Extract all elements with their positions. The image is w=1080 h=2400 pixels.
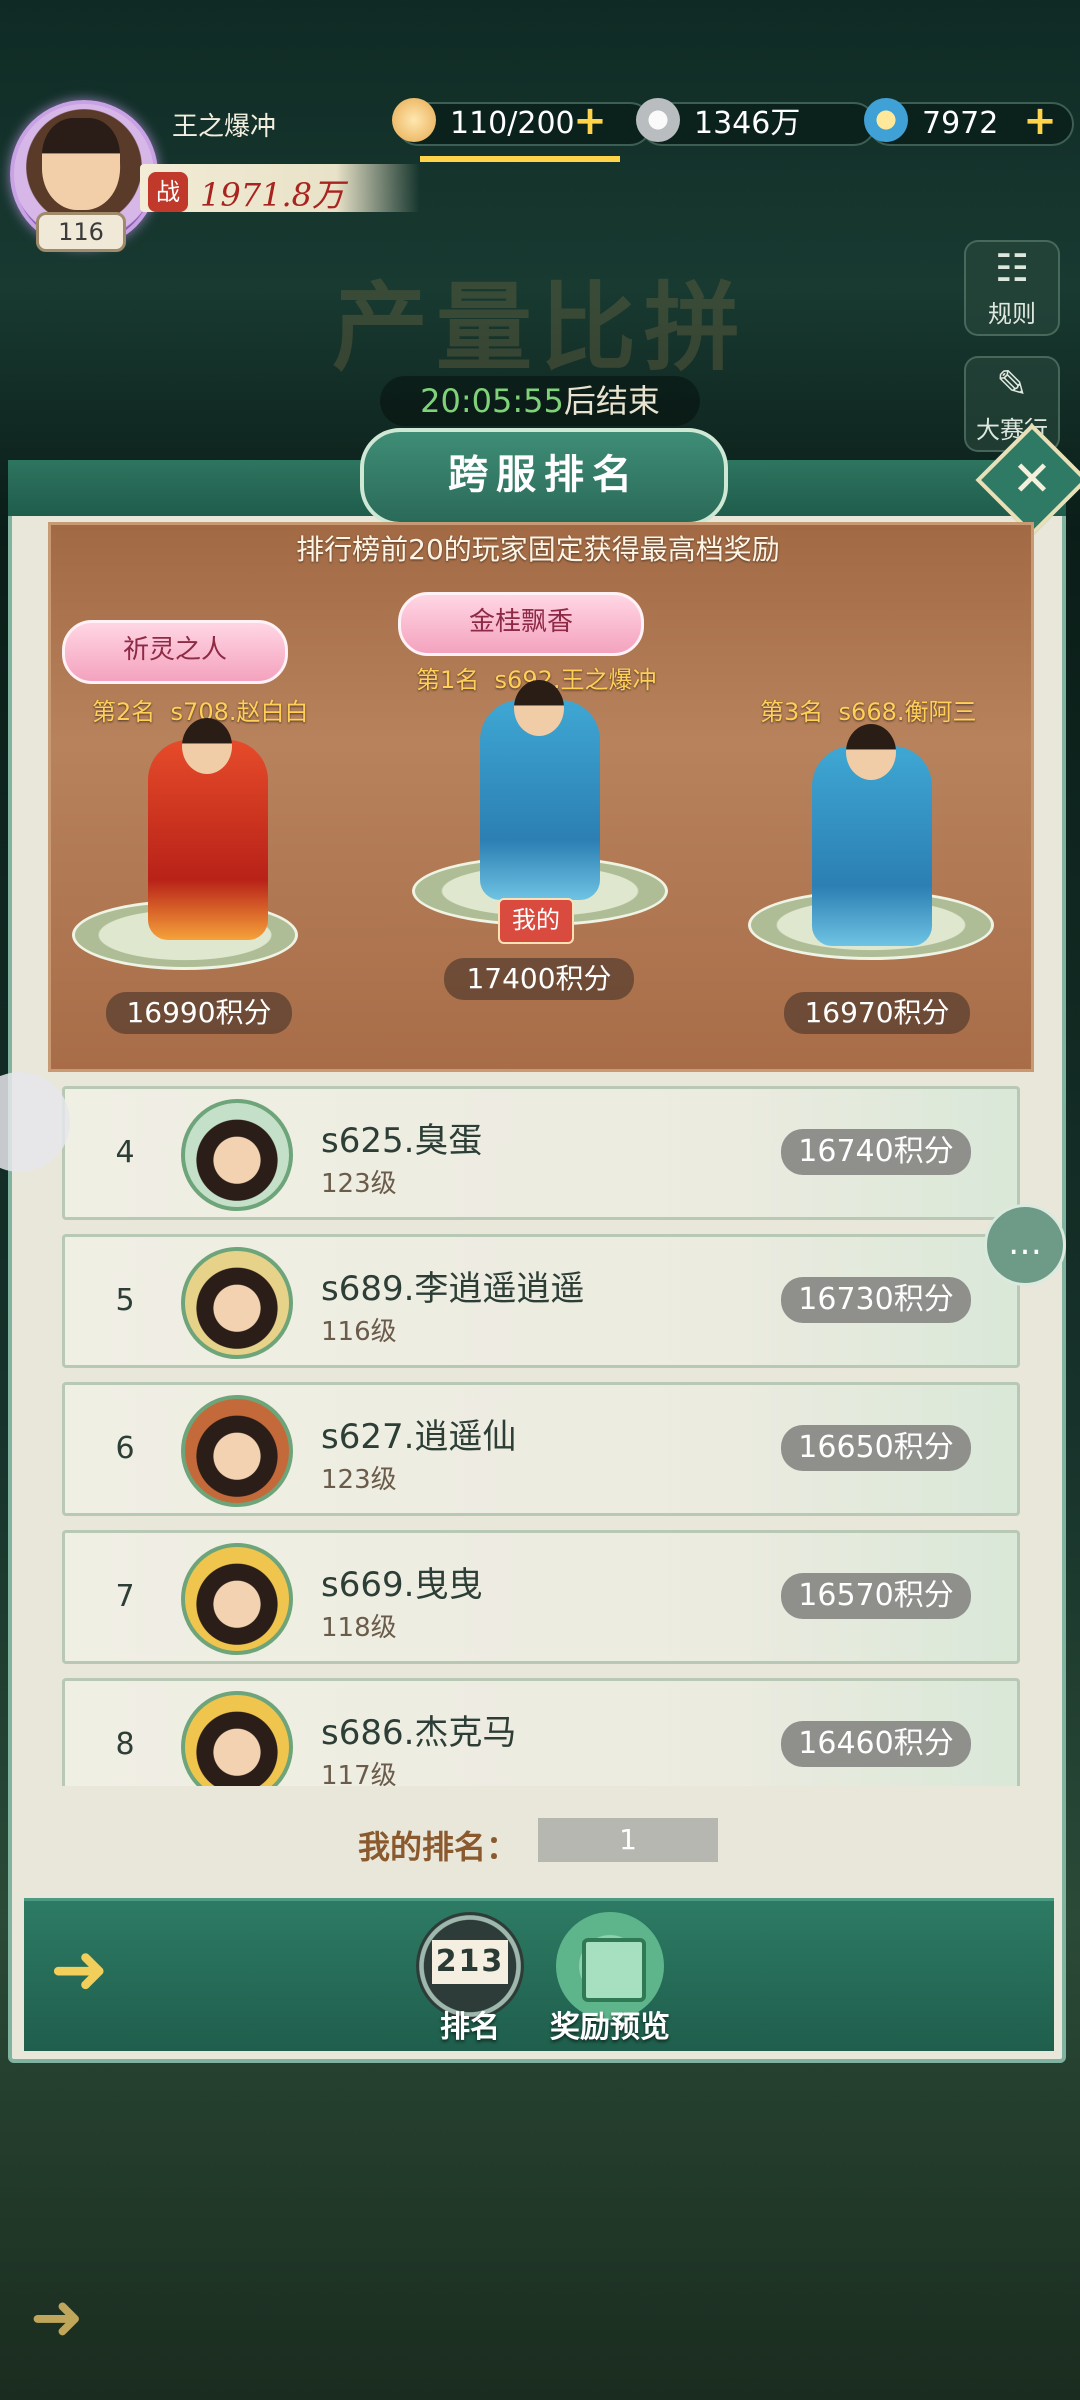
- table-row[interactable]: 4 s625.臭蛋 123级 16740积分: [62, 1086, 1020, 1220]
- gift-icon: [582, 1938, 646, 2002]
- player-avatar[interactable]: [181, 1395, 293, 1507]
- row-rank: 8: [115, 1727, 135, 1762]
- player-name: 王之爆冲: [172, 112, 277, 142]
- score-2nd: 16990积分: [106, 992, 292, 1034]
- rules-label: 规则: [988, 300, 1036, 328]
- score-3rd: 16970积分: [784, 992, 970, 1034]
- row-level: 116级: [321, 1317, 397, 1347]
- timer-value: 20:05:55: [420, 382, 564, 420]
- close-button[interactable]: ✕: [992, 440, 1072, 520]
- row-name: s625.臭蛋: [321, 1121, 483, 1161]
- row-name: s627.逍遥仙: [321, 1417, 517, 1457]
- power-value: 1971.8万: [200, 176, 344, 214]
- timer-suffix: 后结束: [563, 382, 660, 420]
- player-avatar-face: [42, 118, 120, 210]
- row-score: 16650积分: [781, 1425, 971, 1471]
- podium-icon: 213: [432, 1940, 508, 1984]
- score-1st: 17400积分: [444, 958, 634, 1000]
- countdown-timer: 20:05:55后结束: [380, 376, 700, 426]
- event-title: 产量比拼: [332, 271, 748, 384]
- my-rank-label: 我的排名：: [358, 1828, 519, 1866]
- bun-icon: [392, 98, 436, 142]
- row-name: s689.李逍遥逍遥: [321, 1269, 585, 1309]
- jade-icon: [864, 98, 908, 142]
- player-level-badge: 116: [36, 212, 126, 252]
- row-rank: 6: [115, 1431, 135, 1466]
- row-rank: 5: [115, 1283, 135, 1318]
- mine-badge: 我的: [498, 898, 574, 944]
- power-icon: 战: [148, 172, 188, 212]
- player-avatar[interactable]: [181, 1543, 293, 1655]
- rank-1-number: 第1名: [416, 666, 480, 694]
- character-2nd-head: [182, 718, 232, 774]
- coin-icon: [636, 98, 680, 142]
- player-avatar[interactable]: [181, 1099, 293, 1211]
- table-row[interactable]: 6 s627.逍遥仙 123级 16650积分: [62, 1382, 1020, 1516]
- row-score: 16570积分: [781, 1573, 971, 1619]
- table-row[interactable]: 7 s669.曳曳 118级 16570积分: [62, 1530, 1020, 1664]
- table-row[interactable]: 5 s689.李逍遥逍遥 116级 16730积分: [62, 1234, 1020, 1368]
- row-name: s669.曳曳: [321, 1565, 483, 1605]
- character-3rd-head: [846, 724, 896, 780]
- gems-add-button[interactable]: +: [1022, 101, 1058, 141]
- ranking-tab-label: 排名: [440, 2010, 500, 2045]
- podium-note: 排行榜前20的玩家固定获得最高档奖励: [296, 533, 780, 566]
- row-level: 117级: [321, 1761, 397, 1786]
- player-avatar[interactable]: [181, 1691, 293, 1786]
- ranking-list[interactable]: 4 s625.臭蛋 123级 16740积分 5 s689.李逍遥逍遥 116级…: [48, 1076, 1028, 1786]
- rank-3-number: 第3名: [760, 698, 824, 726]
- bottom-back-icon[interactable]: ➜: [30, 2286, 120, 2350]
- rank-2-name: s708.赵白白: [170, 698, 309, 726]
- row-rank: 4: [115, 1135, 135, 1170]
- rank-3-name: s668.衡阿三: [838, 698, 977, 726]
- row-level: 118级: [321, 1613, 397, 1643]
- chat-icon[interactable]: …: [984, 1204, 1066, 1286]
- rank-3-label: 第3名 s668.衡阿三: [760, 692, 977, 727]
- panel-title: 跨服排名: [360, 428, 728, 526]
- row-score: 16740积分: [781, 1129, 971, 1175]
- character-1st-head: [514, 680, 564, 736]
- row-level: 123级: [321, 1169, 397, 1199]
- back-arrow-icon[interactable]: ➜: [50, 1934, 140, 2004]
- row-level: 123级: [321, 1465, 397, 1495]
- table-row[interactable]: 8 s686.杰克马 117级 16460积分: [62, 1678, 1020, 1786]
- player-avatar[interactable]: [181, 1247, 293, 1359]
- checklist-icon: ✎: [996, 362, 1028, 406]
- rank-2-number: 第2名: [92, 698, 156, 726]
- stamina-add-button[interactable]: +: [572, 101, 608, 141]
- row-score: 16460积分: [781, 1721, 971, 1767]
- my-rank-value: 1: [538, 1818, 718, 1862]
- title-tag-1st: 金桂飘香: [398, 592, 644, 656]
- stamina-progress-bar: [420, 156, 620, 162]
- row-rank: 7: [115, 1579, 135, 1614]
- scroll-icon: ☷: [994, 246, 1030, 290]
- bottom-tab-bar: [24, 1898, 1054, 2051]
- rules-button[interactable]: ☷ 规则: [964, 240, 1060, 336]
- reward-preview-label: 奖励预览: [550, 2010, 670, 2045]
- row-name: s686.杰克马: [321, 1713, 517, 1753]
- row-score: 16730积分: [781, 1277, 971, 1323]
- title-tag-2nd: 祈灵之人: [62, 620, 288, 684]
